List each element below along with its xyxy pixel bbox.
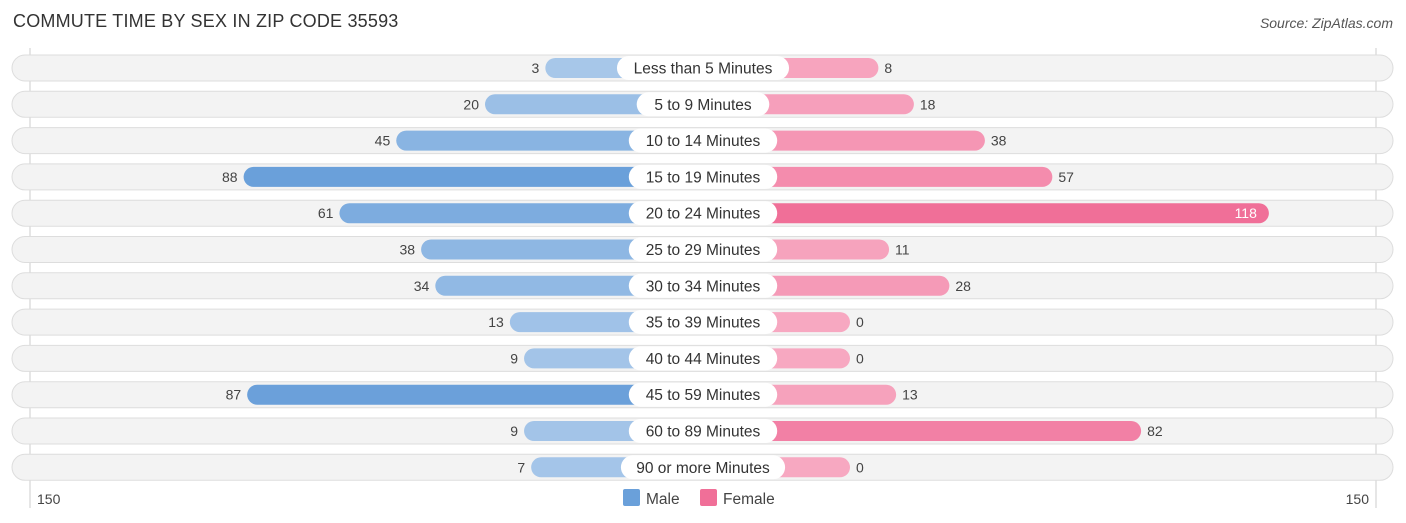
legend-swatch-male	[623, 489, 640, 506]
bar-row: 13 0 35 to 39 Minutes	[11, 308, 1394, 336]
female-value-label: 57	[1058, 169, 1074, 185]
male-value-label: 20	[463, 96, 479, 112]
female-value-label: 13	[902, 387, 918, 403]
legend-swatch-female	[700, 489, 717, 506]
category-label: 10 to 14 Minutes	[646, 133, 761, 150]
male-value-label: 45	[375, 133, 391, 149]
bar-row: 87 13 45 to 59 Minutes	[11, 381, 1394, 409]
male-value-label: 9	[510, 423, 518, 439]
female-value-label: 0	[856, 314, 864, 330]
category-label: Less than 5 Minutes	[634, 61, 773, 78]
bar-rows: 3 8Less than 5 Minutes20 185 to 9 Minutes4…	[11, 54, 1394, 481]
female-value-label: 82	[1147, 423, 1163, 439]
bar-row: 20 18 5 to 9 Minutes	[11, 90, 1394, 118]
female-value-label: 38	[991, 133, 1007, 149]
bar-row: 9 0 40 to 44 Minutes	[11, 344, 1394, 372]
axis-label-right: 150	[1346, 491, 1370, 507]
bar-row: 34 28 30 to 34 Minutes	[11, 272, 1394, 300]
female-value-label: 28	[955, 278, 971, 294]
male-value-label: 87	[226, 387, 242, 403]
female-value-label: 0	[856, 459, 864, 475]
bar-row: 88 57 15 to 19 Minutes	[11, 163, 1394, 191]
category-label: 60 to 89 Minutes	[646, 424, 761, 441]
bar-row: 7 0 90 or more Minutes	[11, 453, 1394, 481]
male-value-label: 88	[222, 169, 238, 185]
male-value-label: 61	[318, 205, 334, 221]
female-value-label: 18	[920, 96, 936, 112]
axis-label-left: 150	[37, 491, 61, 507]
female-value-label: 11	[895, 242, 910, 258]
category-label: 15 to 19 Minutes	[646, 169, 761, 186]
male-value-label: 3	[532, 60, 540, 76]
category-label: 5 to 9 Minutes	[654, 97, 752, 114]
legend: Male Female	[623, 489, 775, 508]
male-value-label: 7	[517, 459, 525, 475]
male-value-label: 9	[510, 350, 518, 366]
female-value-label: 0	[856, 350, 864, 366]
bar-row: 3 8 Less than 5 Minutes	[11, 54, 1394, 82]
category-label: 30 to 34 Minutes	[646, 278, 761, 295]
category-label: 45 to 59 Minutes	[646, 387, 761, 404]
legend-label-male: Male	[646, 491, 680, 508]
category-label: 35 to 39 Minutes	[646, 315, 761, 332]
category-label: 20 to 24 Minutes	[646, 206, 761, 223]
legend-label-female: Female	[723, 491, 775, 508]
chart: 3 8Less than 5 Minutes20 185 to 9 Minutes4…	[11, 48, 1394, 508]
male-value-label: 13	[488, 314, 504, 330]
male-value-label: 34	[414, 278, 430, 294]
female-bar	[703, 203, 1269, 224]
category-label: 25 to 29 Minutes	[646, 242, 761, 259]
bar-row: 9 82 60 to 89 Minutes	[11, 417, 1394, 445]
category-label: 40 to 44 Minutes	[646, 351, 761, 368]
female-value-label: 118	[1235, 205, 1258, 221]
bar-row: 38 11 25 to 29 Minutes	[11, 236, 1394, 263]
female-value-label: 8	[884, 60, 892, 76]
bar-row: 45 38 10 to 14 Minutes	[11, 127, 1394, 155]
bar-row: 61 118 20 to 24 Minutes	[11, 199, 1394, 227]
category-label: 90 or more Minutes	[636, 460, 770, 477]
male-value-label: 38	[400, 242, 416, 258]
